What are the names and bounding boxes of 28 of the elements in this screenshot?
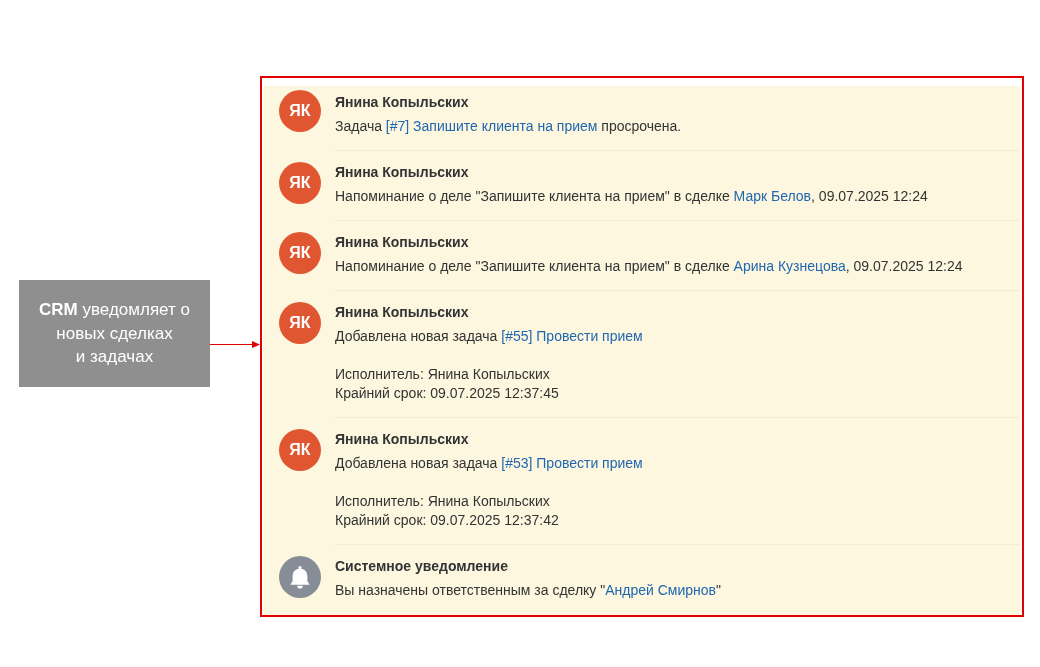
link[interactable]: [#53] Провести прием <box>501 455 643 471</box>
notification-text: Добавлена новая задача [#53] Провести прием <box>335 454 644 473</box>
author-name: Янина Копыльских <box>335 163 470 182</box>
author-name: Янина Копыльских <box>335 93 470 112</box>
bell-icon <box>279 556 321 598</box>
task-detail: Крайний срок: 09.07.2025 12:37:45 <box>335 384 560 403</box>
task-detail: Крайний срок: 09.07.2025 12:37:42 <box>335 511 560 530</box>
notification-text: Задача [#7] Запишите клиента на прием просрочена. <box>335 117 683 136</box>
author-name: Янина Копыльских <box>335 233 470 252</box>
author-name: Янина Копыльских <box>335 303 470 322</box>
task-detail: Исполнитель: Янина Копыльских <box>335 365 551 384</box>
user-avatar: ЯК <box>279 302 321 344</box>
author-name: Системное уведомление <box>335 557 509 576</box>
user-avatar: ЯК <box>279 162 321 204</box>
notification-text: Добавлена новая задача [#55] Провести прием <box>335 327 644 346</box>
user-avatar: ЯК <box>279 232 321 274</box>
author-name: Янина Копыльских <box>335 430 470 449</box>
task-detail: Исполнитель: Янина Копыльских <box>335 492 551 511</box>
notification-text: Напоминание о деле "Запишите клиента на прием" в сделке Арина Кузнецова, 09.07.2025 12:24 <box>335 257 964 276</box>
notification-text: Вы назначены ответственным за сделку "Андрей Смирнов" <box>335 581 723 600</box>
link[interactable]: [#7] Запишите клиента на прием <box>385 118 598 134</box>
user-avatar: ЯК <box>279 429 321 471</box>
link[interactable]: [#55] Провести прием <box>501 328 643 344</box>
link[interactable]: Арина Кузнецова <box>733 258 846 274</box>
user-avatar: ЯК <box>279 90 321 132</box>
callout-note: CRM уведомляет о новых сделках и задачах <box>19 280 210 387</box>
notification-text: Напоминание о деле "Запишите клиента на прием" в сделке Марк Белов, 09.07.2025 12:24 <box>335 187 929 206</box>
link[interactable]: Андрей Смирнов <box>605 582 717 598</box>
